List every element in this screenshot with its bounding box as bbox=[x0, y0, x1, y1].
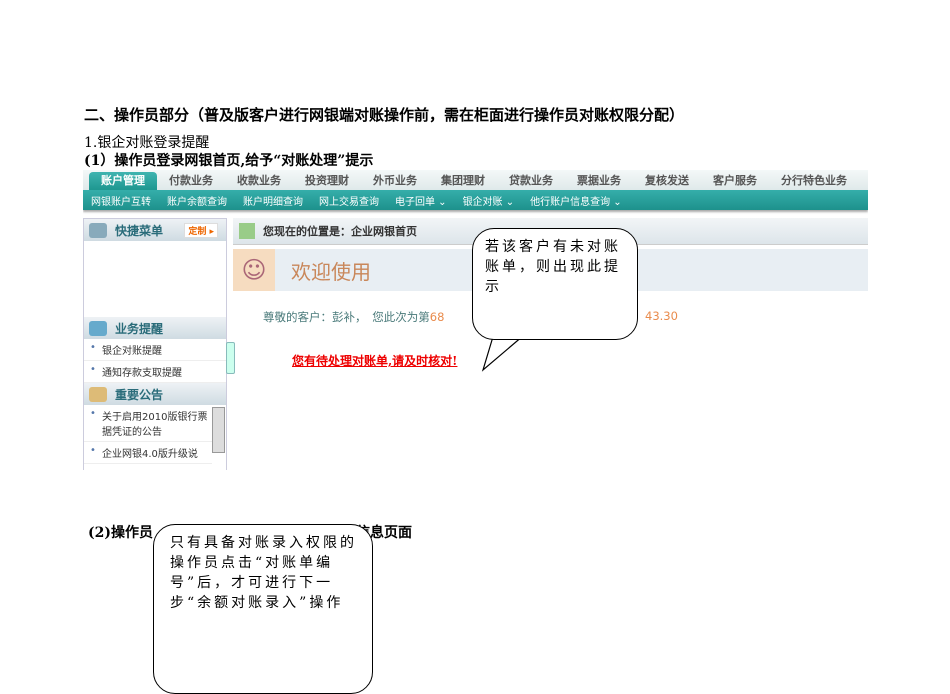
notice-item[interactable]: 关于启用2010版银行票据凭证的公告 bbox=[84, 405, 212, 442]
quick-menu-title: 快捷菜单 bbox=[115, 223, 164, 238]
tab-account[interactable]: 账户管理 bbox=[89, 172, 157, 190]
reminders-title: 业务提醒 bbox=[115, 321, 164, 336]
sub-nav: 网银账户互转 账户余额查询 账户明细查询 网上交易查询 电子回单 ⌄ 银企对账 … bbox=[83, 190, 868, 210]
customize-button[interactable]: 定制 ▸ bbox=[184, 222, 218, 238]
reminder-icon bbox=[89, 320, 107, 336]
reminder-item[interactable]: 银企对账提醒 bbox=[84, 339, 226, 361]
main-tabs: 账户管理 付款业务 收款业务 投资理财 外币业务 集团理财 贷款业务 票据业务 … bbox=[83, 170, 868, 190]
subnav-reconcile[interactable]: 银企对账 ⌄ bbox=[455, 193, 523, 208]
tab-collection[interactable]: 收款业务 bbox=[225, 172, 293, 190]
greeting-text: 尊敬的客户：彭补， 您此次为第 bbox=[263, 310, 430, 324]
reminder-item[interactable]: 通知存款支取提醒 bbox=[84, 361, 226, 383]
quick-menu-icon bbox=[89, 222, 107, 238]
subnav-balance[interactable]: 账户余额查询 bbox=[159, 193, 235, 208]
notice-item[interactable]: 企业网银4.0版升级说 bbox=[84, 442, 212, 464]
callout-permission-note: 只有具备对账录入权限的操作员点击“对账单编号”后，才可进行下一步“余额对账录入”… bbox=[153, 524, 373, 694]
location-icon bbox=[239, 223, 255, 239]
tab-service[interactable]: 客户服务 bbox=[701, 172, 769, 190]
notices-title: 重要公告 bbox=[115, 387, 164, 402]
notices-header: 重要公告 bbox=[84, 383, 226, 405]
subnav-transfer[interactable]: 网银账户互转 bbox=[83, 193, 159, 208]
tab-payment[interactable]: 付款业务 bbox=[157, 172, 225, 190]
smile-icon: ☺ bbox=[233, 249, 275, 291]
step2-heading-left: (2)操作员 bbox=[88, 525, 153, 541]
tab-branch[interactable]: 分行特色业务 bbox=[769, 172, 859, 190]
tab-bill[interactable]: 票据业务 bbox=[565, 172, 633, 190]
welcome-title: 欢迎使用 bbox=[291, 259, 371, 284]
tab-loan[interactable]: 贷款业务 bbox=[497, 172, 565, 190]
reminders-header: 业务提醒 bbox=[84, 317, 226, 339]
quick-menu-header: 快捷菜单 定制 ▸ bbox=[84, 219, 226, 241]
subnav-other-bank[interactable]: 他行账户信息查询 ⌄ bbox=[522, 193, 630, 208]
subsection-heading: 1.银企对账登录提醒 bbox=[84, 135, 210, 151]
subnav-detail[interactable]: 账户明细查询 bbox=[235, 193, 311, 208]
reconcile-alert-link[interactable]: 您有待处理对账单,请及时核对! bbox=[292, 352, 868, 369]
amount-value: 43.30 bbox=[645, 309, 678, 323]
tab-investment[interactable]: 投资理财 bbox=[293, 172, 361, 190]
tab-group[interactable]: 集团理财 bbox=[429, 172, 497, 190]
step1-heading: (1）操作员登录网银首页,给予“对账处理”提示 bbox=[84, 153, 374, 169]
login-count: 68 bbox=[429, 310, 445, 324]
sidebar: 快捷菜单 定制 ▸ 业务提醒 银企对账提醒 通知存款支取提醒 重要公告 关于启用2… bbox=[83, 218, 227, 470]
tab-forex[interactable]: 外币业务 bbox=[361, 172, 429, 190]
subnav-transactions[interactable]: 网上交易查询 bbox=[311, 193, 387, 208]
location-text: 您现在的位置是：企业网银首页 bbox=[263, 225, 417, 238]
tab-review[interactable]: 复核发送 bbox=[633, 172, 701, 190]
section-heading: 二、操作员部分（普及版客户进行网银端对账操作前，需在柜面进行操作员对账权限分配） bbox=[84, 106, 685, 124]
notice-icon bbox=[89, 386, 107, 402]
callout-reconcile-hint: 若该客户有未对账账单，则出现此提示 bbox=[472, 228, 638, 340]
notice-scrollbar[interactable] bbox=[212, 407, 225, 453]
subnav-receipt[interactable]: 电子回单 ⌄ bbox=[387, 193, 455, 208]
